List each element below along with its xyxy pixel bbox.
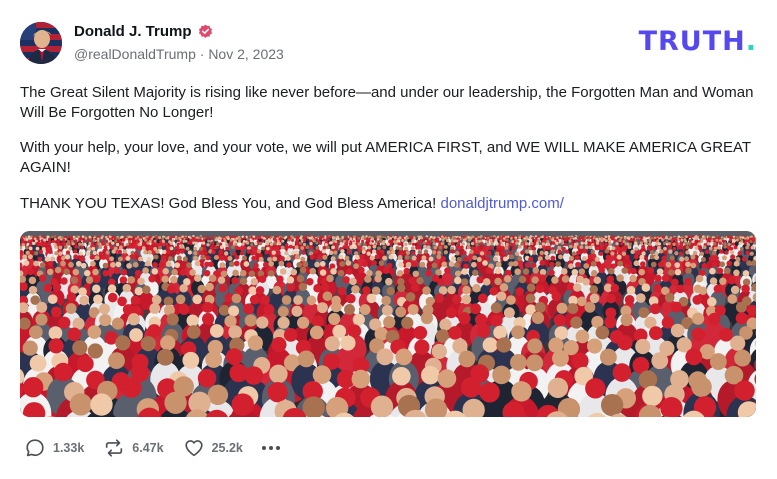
website-link[interactable]: donaldjtrump.com/ — [440, 195, 563, 212]
more-options-icon[interactable] — [261, 440, 280, 456]
verified-badge-icon — [198, 24, 213, 39]
post-date[interactable]: Nov 2, 2023 — [208, 46, 284, 62]
author-row: Donald J. Trump — [74, 23, 213, 40]
action-bar: 1.33k 6.47k 25.2k — [24, 437, 280, 459]
reply-count: 1.33k — [53, 441, 85, 455]
avatar[interactable] — [20, 22, 62, 64]
logo-text: TRUTH — [638, 26, 746, 57]
like-button[interactable]: 25.2k — [183, 437, 243, 459]
crowd-photo-icon — [20, 231, 756, 417]
retruth-icon — [106, 439, 123, 457]
truth-post: Donald J. Trump @realDonaldTrump · Nov 2… — [0, 0, 777, 479]
retruth-button[interactable]: 6.47k — [103, 437, 164, 459]
dot — [268, 446, 273, 450]
retruth-count: 6.47k — [132, 441, 164, 455]
reply-button[interactable]: 1.33k — [24, 437, 84, 459]
post-paragraph: With your help, your love, and your vote… — [20, 139, 751, 176]
author-handle[interactable]: @realDonaldTrump — [74, 46, 196, 62]
dot — [275, 446, 280, 450]
reply-icon — [26, 439, 44, 457]
like-count: 25.2k — [211, 441, 243, 455]
post-paragraph: The Great Silent Majority is rising like… — [20, 84, 754, 121]
paragraph-text: THANK YOU TEXAS! God Bless You, and God … — [20, 195, 437, 212]
post-image[interactable] — [20, 231, 756, 417]
post-paragraph: THANK YOU TEXAS! God Bless You, and God … — [20, 194, 755, 214]
truth-social-logo[interactable]: TRUTH. — [639, 28, 757, 55]
post-meta: @realDonaldTrump · Nov 2, 2023 — [74, 46, 284, 62]
heart-icon — [184, 440, 203, 457]
dot — [261, 446, 266, 450]
author-name[interactable]: Donald J. Trump — [74, 23, 192, 40]
logo-dot: . — [745, 26, 757, 57]
